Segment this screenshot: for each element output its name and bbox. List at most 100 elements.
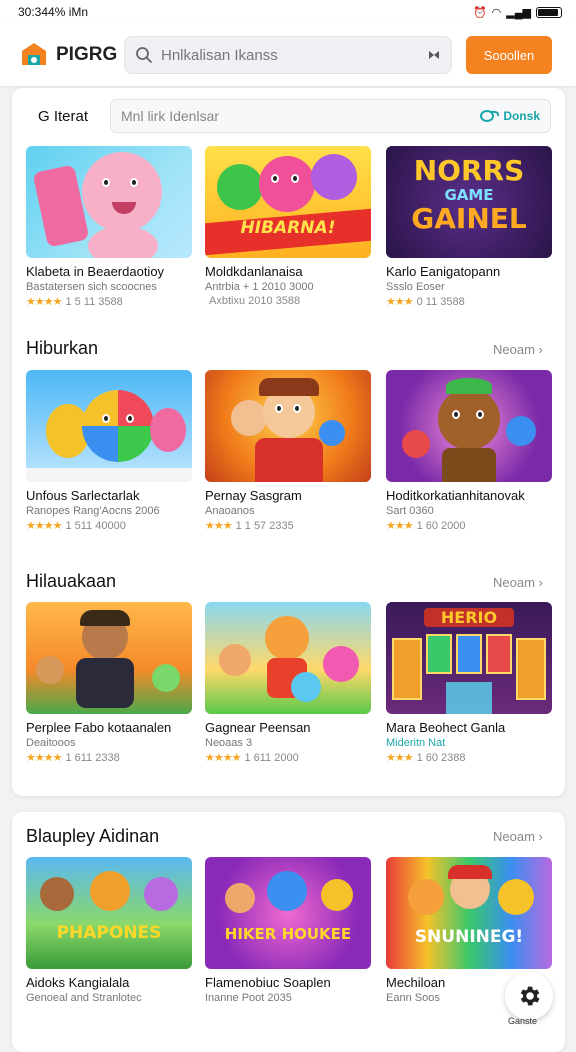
game-subtitle: Sart 0360 xyxy=(386,505,434,517)
app-header: PIGRG Hnlkalisan Ikanss Sooollen xyxy=(0,24,576,86)
game-tile[interactable]: Hoditkorkatianhitanovak Sart 0360 ★★★ 1 6… xyxy=(386,370,552,532)
game-rating: ★★★ 1 1 57 2335 xyxy=(205,519,371,533)
game-subtitle: Mideritn Nat xyxy=(386,737,446,749)
rating-stars: ★★★ xyxy=(205,520,233,532)
game-rating: ★★★ 1 60 2000 xyxy=(386,519,552,533)
rating-count: 1 60 2000 xyxy=(416,519,466,532)
gear-icon xyxy=(520,986,540,1006)
game-thumbnail[interactable] xyxy=(386,370,552,482)
game-tile[interactable]: NORRS GAME GAINEL Karlo Eanigatopann Sss… xyxy=(386,146,552,308)
banner-text: SNUNINEG! xyxy=(414,927,524,947)
game-subtitle: Ranopes Rang'Aocns 2006 xyxy=(26,505,160,517)
status-icons: ⏰ ◠ ▂▄▆ xyxy=(473,6,562,19)
game-title: Hoditkorkatianhitanovak xyxy=(386,488,525,503)
signal-icon: ▂▄▆ xyxy=(506,6,531,19)
game-tile[interactable]: Pernay Sasgram Anaoanos ★★★ 1 1 57 2335 xyxy=(205,370,371,532)
game-thumbnail[interactable] xyxy=(205,602,371,714)
game-rating: ★★★★ 1 5 11 3588 xyxy=(26,295,192,309)
game-subtitle: Bastatersen sich scoocnes xyxy=(26,281,157,293)
search-icon xyxy=(136,47,152,63)
primary-button[interactable]: Sooollen xyxy=(466,36,552,74)
see-all-label: Neoam xyxy=(493,829,535,844)
section-title: Hiburkan xyxy=(26,338,99,358)
game-thumbnail[interactable]: NORRS GAME GAINEL xyxy=(386,146,552,258)
game-title: Unfous Sarlectarlak xyxy=(26,488,140,503)
game-thumbnail[interactable]: SNUNINEG! xyxy=(386,857,552,969)
mic-icon[interactable] xyxy=(427,48,441,62)
see-all-label: Neoam xyxy=(493,575,535,590)
game-thumbnail[interactable]: HIBARNA! xyxy=(205,146,371,258)
banner-text: HIKER HOUKEE xyxy=(224,925,352,943)
status-bar: 30:344% iMn ⏰ ◠ ▂▄▆ xyxy=(0,0,576,24)
game-tile[interactable]: Unfous Sarlectarlak Ranopes Rang'Aocns 2… xyxy=(26,370,192,532)
filter-action-label: Donsk xyxy=(503,109,540,123)
game-title: Aidoks Kangialala xyxy=(26,975,130,990)
game-rating: Axbtixu 2010 3588 xyxy=(205,295,371,307)
game-tile[interactable]: HIBARNA! Moldkdanlanaisa Antrbia + 1 201… xyxy=(205,146,371,307)
game-title: Moldkdanlanaisa xyxy=(205,264,303,279)
game-thumbnail[interactable] xyxy=(26,146,192,258)
chevron-right-icon: › xyxy=(538,342,543,357)
rating-count: Axbtixu 2010 3588 xyxy=(209,295,301,307)
search-input[interactable]: Hnlkalisan Ikanss xyxy=(161,47,419,64)
game-subtitle: Genoeal and Stranlotec xyxy=(26,992,142,1004)
search-bar[interactable]: Hnlkalisan Ikanss xyxy=(124,36,452,74)
game-title: Klabeta in Beaerdaotioy xyxy=(26,264,165,279)
filter-row: G Iterat Mnl lirk Idenlsar Donsk xyxy=(26,98,551,134)
game-thumbnail[interactable] xyxy=(205,370,371,482)
game-rating: ★★★★ 1 611 2338 xyxy=(26,751,192,765)
rating-count: 1 611 2000 xyxy=(244,751,299,764)
game-rating: ★★★ 0 11 3588 xyxy=(386,295,552,309)
rating-count: 1 511 40000 xyxy=(65,519,126,532)
game-thumbnail[interactable]: HERIO xyxy=(386,602,552,714)
battery-icon xyxy=(536,6,562,18)
game-tile[interactable]: HIKER HOUKEE Flamenobiuc Soaplen Inanne … xyxy=(205,857,371,1004)
game-subtitle: Deaitooos xyxy=(26,737,76,749)
game-tile[interactable]: Gagnear Peensan Neoaas 3 ★★★★ 1 611 2000 xyxy=(205,602,371,764)
game-thumbnail[interactable]: PHAPONES xyxy=(26,857,192,969)
banner-text: NORRS xyxy=(413,154,525,187)
fab-label: Ganste xyxy=(508,1016,538,1026)
game-thumbnail[interactable]: HIKER HOUKEE xyxy=(205,857,371,969)
alarm-icon: ⏰ xyxy=(472,6,487,19)
game-subtitle: Antrbia + 1 2010 3000 xyxy=(205,281,314,293)
status-time: 30:344% iMn xyxy=(18,5,89,19)
banner-text: HERIO xyxy=(424,608,514,627)
chevron-right-icon: › xyxy=(538,829,543,844)
filter-action-button[interactable]: Donsk xyxy=(479,109,540,123)
game-tile[interactable]: PHAPONES Aidoks Kangialala Genoeal and S… xyxy=(26,857,192,1004)
game-tile[interactable]: Klabeta in Beaerdaotioy Bastatersen sich… xyxy=(26,146,192,308)
rating-stars: ★★★★ xyxy=(26,296,62,308)
rating-stars: ★★★★ xyxy=(205,752,241,764)
rating-count: 1 1 57 2335 xyxy=(235,519,294,532)
filter-input[interactable]: Mnl lirk Idenlsar Donsk xyxy=(110,99,551,133)
rating-stars: ★★★ xyxy=(386,296,414,308)
wifi-icon: ◠ xyxy=(491,6,502,19)
filter-label: G Iterat xyxy=(38,107,89,125)
chevron-right-icon: › xyxy=(538,575,543,590)
logo-icon xyxy=(22,43,46,65)
rating-stars: ★★★★ xyxy=(26,520,62,532)
see-all-link[interactable]: Neoam › xyxy=(493,575,543,590)
game-tile[interactable]: HERIO Mara Beohect Ganla Mideritn Nat ★★… xyxy=(386,602,552,764)
game-rating: ★★★ 1 60 2388 xyxy=(386,751,552,765)
game-subtitle: Ssslo Eoser xyxy=(386,281,445,293)
rating-count: 1 5 11 3588 xyxy=(65,295,123,308)
game-title: Karlo Eanigatopann xyxy=(386,264,501,279)
banner-text: GAINEL xyxy=(411,202,527,235)
logo[interactable]: PIGRG xyxy=(20,41,124,69)
game-thumbnail[interactable] xyxy=(26,602,192,714)
game-tile[interactable]: Perplee Fabo kotaanalen Deaitooos ★★★★ 1 … xyxy=(26,602,192,764)
game-rating: ★★★★ 1 611 2000 xyxy=(205,751,371,765)
game-thumbnail[interactable] xyxy=(26,370,192,482)
banner-text: PHAPONES xyxy=(56,923,162,943)
rating-stars: ★★★ xyxy=(386,520,414,532)
rating-stars: ★★★★ xyxy=(26,752,62,764)
see-all-link[interactable]: Neoam › xyxy=(493,829,543,844)
see-all-link[interactable]: Neoam › xyxy=(493,342,543,357)
settings-fab[interactable] xyxy=(505,972,553,1020)
see-all-label: Neoam xyxy=(493,342,535,357)
game-subtitle: Inanne Poot 2035 xyxy=(205,992,292,1004)
rating-count: 0 11 3588 xyxy=(416,295,465,308)
link-icon xyxy=(480,110,500,122)
